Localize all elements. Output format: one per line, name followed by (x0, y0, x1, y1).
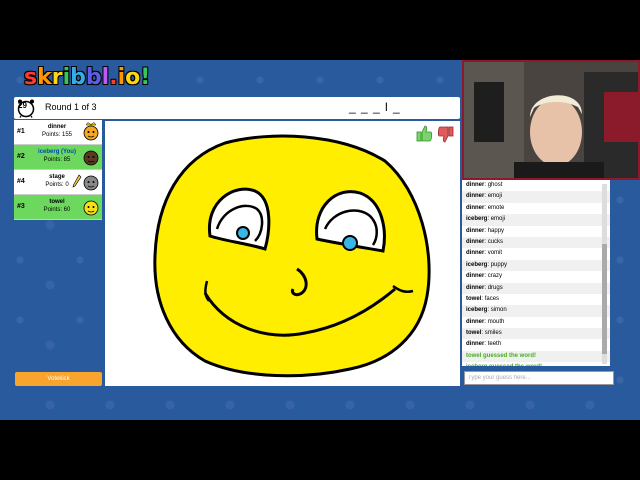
logo-letter: k (37, 65, 52, 90)
streamer-webcam-image (464, 62, 638, 178)
chat-text: puppy (490, 261, 508, 268)
chat-text: teeth (487, 341, 502, 348)
player-rank: #4 (17, 178, 25, 185)
chat-message: dinner: emote (462, 203, 610, 214)
chat-scroll-thumb[interactable] (602, 244, 607, 354)
chat-user: dinner (466, 273, 485, 280)
thumbs-down-icon[interactable] (437, 126, 454, 143)
guess-input[interactable] (464, 371, 614, 385)
chat-system-message: towel guessed the word! (462, 350, 610, 363)
chat-text: simon (490, 307, 507, 314)
player-name: towel (49, 199, 65, 205)
webcam-overlay (462, 60, 640, 180)
player-name: iceberg (You) (38, 149, 76, 155)
chat-message: dinner: cucks (462, 236, 610, 249)
chat-message: dinner: crazy (462, 271, 610, 282)
left-iris (236, 226, 250, 240)
logo-letter: b (70, 65, 86, 90)
chat-user: dinner (466, 284, 485, 291)
chat-user: dinner (466, 318, 485, 325)
chat-text: drugs (487, 284, 503, 291)
player-avatar (83, 150, 99, 166)
player-list: #1 dinner Points: 155 #2 iceberg (You) Points… (14, 120, 102, 220)
logo-letter: b (85, 65, 102, 90)
logo-letter: ! (140, 65, 151, 90)
chat-user: iceberg (466, 261, 488, 268)
player-avatar (83, 175, 99, 191)
logo-letter: . (109, 65, 118, 90)
pencil-icon (72, 174, 82, 188)
thumbs-up-icon[interactable] (416, 125, 433, 142)
chat-message: dinner: ghost (462, 180, 610, 191)
chat-scrollbar[interactable] (602, 184, 607, 364)
chat-text: cucks (487, 238, 504, 245)
chat-user: dinner (466, 238, 485, 245)
right-iris (342, 235, 358, 251)
chat-user: dinner (466, 227, 485, 234)
chat-message: dinner: teeth (462, 339, 610, 350)
chat-message: iceberg: puppy (462, 259, 610, 272)
player-points: Points: 85 (43, 157, 71, 163)
word-hint: _ _ _ l _ (349, 100, 401, 114)
chat-text: faces (484, 295, 500, 302)
chat-text: emoji (487, 193, 503, 200)
chat-user: towel (466, 295, 482, 302)
chat-user: dinner (466, 250, 485, 257)
chat-user: dinner (466, 182, 485, 188)
chat-message: towel: smiles (462, 328, 610, 340)
logo-letter: o (125, 65, 141, 90)
chat-text: vomit (487, 250, 503, 257)
chat-message: dinner: vomit (462, 248, 610, 259)
timer-value: 29 (18, 101, 27, 110)
chat-message: towel: faces (462, 294, 610, 305)
round-indicator: Round 1 of 3 (45, 102, 97, 112)
player-points: Points: 155 (41, 132, 73, 138)
chat-text: happy (487, 227, 505, 234)
chat-message: dinner: drugs (462, 282, 610, 294)
chat-message: iceberg: emoji (462, 214, 610, 226)
chat-message: dinner: happy (462, 226, 610, 237)
chat-text: mouth (487, 318, 505, 325)
smiley-drawing (153, 134, 431, 378)
logo-letter: l (101, 65, 110, 90)
logo-letter: s (24, 65, 38, 90)
votekick-button[interactable]: Votekick (15, 372, 102, 386)
chat-user: dinner (466, 193, 485, 200)
chat-text: smiles (484, 330, 502, 337)
player-points: Points: 60 (43, 207, 71, 213)
skribbl-logo: s k r i b b l. i o! (24, 65, 151, 90)
chat-user: iceberg (466, 216, 488, 223)
rating-thumbs (416, 125, 454, 143)
face-outline (153, 134, 431, 378)
game-header: 29 Round 1 of 3 _ _ _ l _ (14, 97, 460, 119)
chat-user: iceberg (466, 307, 488, 314)
player-avatar (83, 122, 99, 141)
chat-message: iceberg: simon (462, 305, 610, 317)
chat-log[interactable]: dinner: ghost dinner: emoji dinner: emote i… (462, 180, 610, 366)
player-name: dinner (47, 124, 67, 130)
logo-letter: i (117, 65, 126, 90)
chat-text: emoji (490, 216, 506, 223)
player-avatar (83, 200, 99, 216)
chat-system-message: iceberg guessed the word! (462, 362, 610, 366)
player-rank: #1 (17, 128, 25, 135)
chat-message: dinner: mouth (462, 317, 610, 328)
player-row[interactable]: #2 iceberg (You) Points: 85 (14, 145, 102, 170)
chat-text: ghost (487, 182, 503, 188)
player-row[interactable]: #1 dinner Points: 155 (14, 120, 102, 145)
chat-text: emote (487, 204, 505, 211)
player-row[interactable]: #4 stage Points: 0 (14, 170, 102, 195)
player-row[interactable]: #3 towel Points: 60 (14, 195, 102, 220)
drawing-canvas[interactable] (105, 121, 460, 386)
chat-message: dinner: emoji (462, 191, 610, 203)
player-rank: #2 (17, 153, 25, 160)
chat-user: dinner (466, 204, 485, 211)
player-rank: #3 (17, 203, 25, 210)
chat-user: dinner (466, 341, 485, 348)
logo-letter: r (51, 65, 63, 90)
chat-text: crazy (487, 273, 503, 280)
logo-letter: i (62, 65, 71, 90)
chat-user: towel (466, 330, 482, 337)
